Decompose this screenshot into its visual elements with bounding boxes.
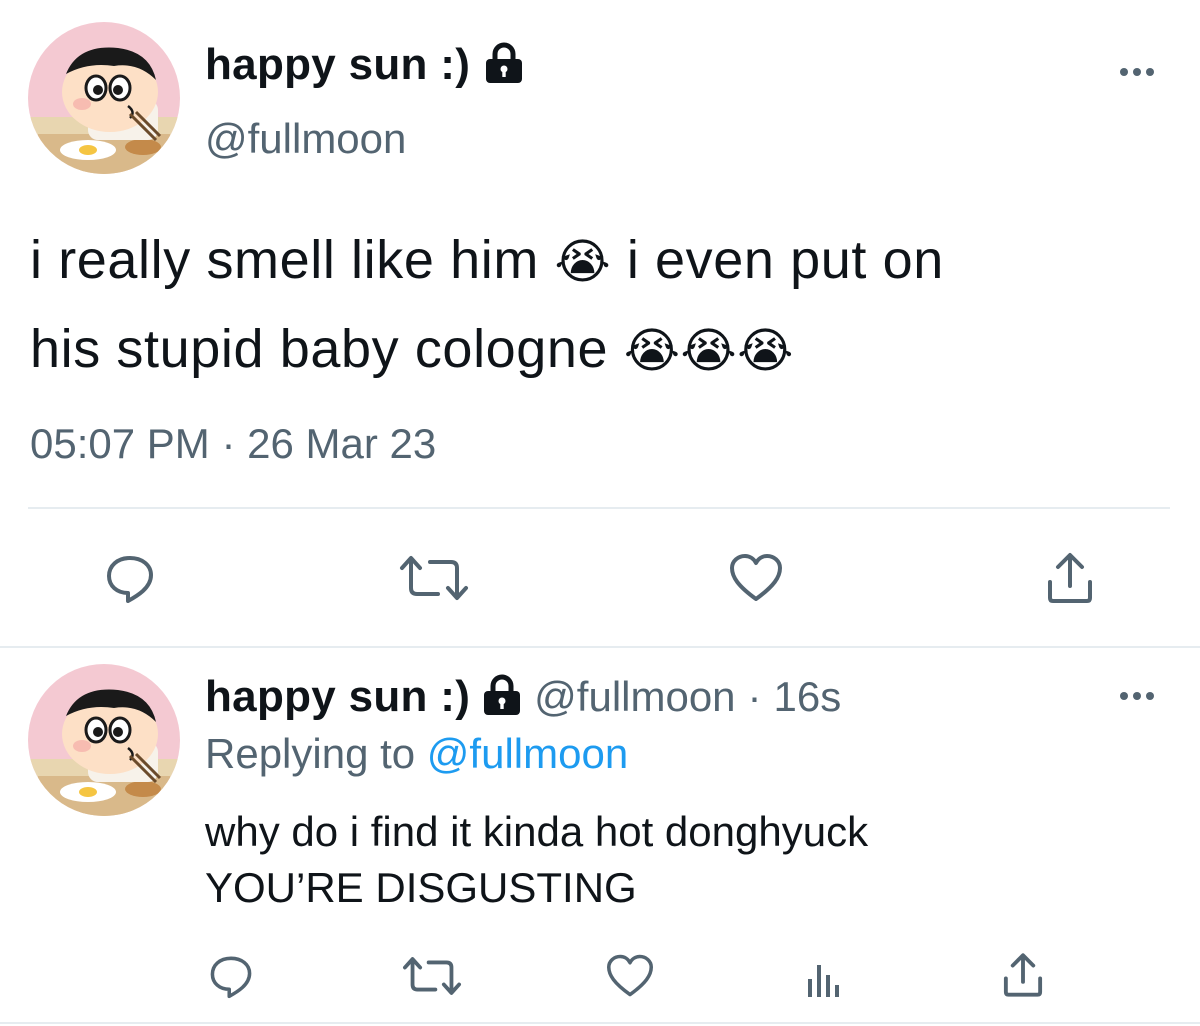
reply-text-line-1: why do i find it kinda hot donghyuck — [205, 808, 869, 855]
loudly-crying-emoji: 😭 — [623, 325, 681, 378]
handle[interactable]: @fullmoon — [205, 115, 406, 163]
replying-to: Replying to @fullmoon — [205, 730, 628, 778]
tweet-text-line-2: his stupid baby cologne 😭😭😭 — [30, 319, 794, 379]
reply-header-row: happy sun :) @fullmoon · 16s — [205, 672, 841, 722]
divider — [0, 1022, 1200, 1024]
retweet-icon[interactable] — [384, 548, 484, 608]
tweet-thread: happy sun :) @fullmoon i really smell li… — [0, 0, 1200, 1026]
heart-icon[interactable] — [602, 950, 658, 1002]
more-icon[interactable] — [1120, 692, 1154, 700]
tweet-text: i really smell like him 😭 i even put on … — [30, 217, 944, 395]
avatar[interactable] — [28, 664, 180, 816]
avatar[interactable] — [28, 22, 180, 174]
tweet-date: 26 Mar 23 — [247, 420, 437, 467]
display-name-row: happy sun :) — [205, 40, 524, 90]
tweet-age[interactable]: 16s — [774, 673, 842, 721]
reply-icon[interactable] — [100, 548, 160, 608]
reply-text-line-2: YOU’RE DISGUSTING — [205, 864, 637, 911]
reply-icon[interactable] — [205, 950, 257, 1002]
retweet-icon[interactable] — [392, 950, 472, 1002]
tweet-time: 05:07 PM — [30, 420, 210, 467]
lock-icon — [482, 674, 522, 721]
replying-to-label: Replying to — [205, 730, 416, 777]
divider — [0, 646, 1200, 648]
heart-icon[interactable] — [724, 548, 788, 608]
tweet-text-line-1: i really smell like him 😭 i even put on — [30, 230, 944, 290]
share-icon[interactable] — [1038, 546, 1102, 610]
loudly-crying-emoji: 😭 — [737, 325, 794, 378]
share-icon[interactable] — [996, 948, 1050, 1002]
avatar-image — [28, 22, 180, 174]
divider — [28, 507, 1170, 509]
timestamp[interactable]: 05:07 PM · 26 Mar 23 — [30, 420, 436, 468]
loudly-crying-emoji: 😭 — [554, 236, 612, 289]
replying-to-handle[interactable]: @fullmoon — [427, 730, 628, 777]
display-name[interactable]: happy sun :) — [205, 40, 470, 90]
more-icon[interactable] — [1120, 68, 1154, 76]
separator: · — [747, 673, 762, 720]
avatar-image — [28, 664, 180, 816]
separator: · — [221, 420, 236, 467]
loudly-crying-emoji: 😭 — [680, 325, 738, 378]
reply-text: why do i find it kinda hot donghyuck YOU… — [205, 804, 868, 916]
lock-icon — [484, 42, 524, 89]
display-name[interactable]: happy sun :) — [205, 672, 470, 722]
handle[interactable]: @fullmoon — [534, 673, 735, 721]
analytics-icon[interactable] — [800, 952, 848, 1002]
